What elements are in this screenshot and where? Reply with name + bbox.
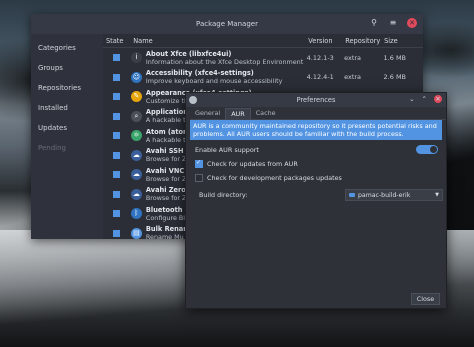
dialog-titlebar[interactable]: Preferences ⌄ ⌃ ✕ bbox=[186, 93, 446, 107]
chevron-down-icon: ▼ bbox=[435, 192, 439, 198]
table-header: State Name Version Repository Size bbox=[103, 34, 423, 48]
package-repository: extra bbox=[344, 73, 362, 82]
close-button[interactable]: Close bbox=[411, 293, 440, 305]
app-finder-icon: ⌕ bbox=[130, 110, 142, 122]
installed-checkbox[interactable] bbox=[113, 73, 120, 81]
column-header-name[interactable]: Name bbox=[133, 37, 308, 45]
package-size: 1.6 MB bbox=[383, 53, 407, 62]
appearance-icon: ✎ bbox=[130, 91, 142, 103]
check-dev-label[interactable]: Check for development packages updates bbox=[207, 174, 342, 182]
installed-checkbox[interactable] bbox=[113, 151, 120, 159]
avahi-vnc-icon: ☁ bbox=[130, 169, 142, 181]
build-directory-chooser[interactable]: pamac-build-erik ▼ bbox=[345, 189, 443, 201]
package-repository: extra bbox=[344, 53, 362, 62]
close-icon[interactable]: ✕ bbox=[407, 18, 417, 28]
enable-aur-label: Enable AUR support bbox=[195, 146, 259, 154]
column-header-size[interactable]: Size bbox=[384, 37, 423, 45]
tab-general[interactable]: General bbox=[190, 108, 225, 119]
package-size: 2.6 MB bbox=[383, 73, 407, 82]
enable-aur-toggle[interactable] bbox=[416, 145, 438, 154]
column-header-state[interactable]: State bbox=[103, 37, 133, 45]
table-row[interactable]: i About Xfce (libxfce4ui) Information abou… bbox=[103, 48, 423, 68]
minimize-icon[interactable]: ⌄ bbox=[409, 95, 414, 103]
info-icon: i bbox=[130, 52, 142, 64]
installed-checkbox[interactable] bbox=[113, 93, 120, 101]
package-version: 4.12.1-3 bbox=[306, 53, 334, 62]
check-updates-checkbox[interactable] bbox=[195, 159, 203, 168]
installed-checkbox[interactable] bbox=[113, 210, 120, 218]
check-dev-checkbox[interactable] bbox=[195, 174, 203, 182]
sidebar-item-repositories[interactable]: Repositories bbox=[31, 78, 103, 98]
sidebar-item-installed[interactable]: Installed bbox=[31, 98, 103, 118]
bulk-rename-icon: ▤ bbox=[130, 227, 142, 239]
installed-checkbox[interactable] bbox=[113, 112, 120, 120]
app-icon bbox=[189, 96, 197, 104]
column-header-repository[interactable]: Repository bbox=[345, 37, 384, 45]
sidebar-item-categories[interactable]: Categories bbox=[31, 38, 103, 58]
aur-info-banner: AUR is a community maintained repository… bbox=[190, 120, 442, 140]
sidebar-item-groups[interactable]: Groups bbox=[31, 58, 103, 78]
bluetooth-icon: ᛒ bbox=[130, 208, 142, 220]
build-directory-row: Build directory: pamac-build-erik ▼ bbox=[199, 189, 443, 201]
build-directory-label: Build directory: bbox=[199, 191, 248, 199]
atom-icon: ⚛ bbox=[130, 130, 142, 142]
package-description: Information about the Xfce Desktop Envir… bbox=[145, 57, 304, 66]
menu-icon[interactable]: ≡ bbox=[388, 18, 398, 28]
sidebar-item-updates[interactable]: Updates bbox=[31, 118, 103, 138]
installed-checkbox[interactable] bbox=[113, 229, 120, 237]
window-titlebar[interactable]: Package Manager ⚲ ≡ ✕ bbox=[31, 14, 423, 34]
check-updates-label[interactable]: Check for updates from AUR bbox=[207, 160, 298, 168]
column-header-version[interactable]: Version bbox=[308, 37, 345, 45]
tab-aur[interactable]: AUR bbox=[225, 108, 251, 119]
package-name: About Xfce (libxfce4ui) bbox=[145, 49, 232, 58]
avahi-ssh-icon: ☁ bbox=[130, 149, 142, 161]
preferences-dialog: Preferences ⌄ ⌃ ✕ General AUR Cache AUR … bbox=[185, 92, 447, 309]
package-name: Accessibility (xfce4-settings) bbox=[145, 69, 254, 78]
avahi-zeroconf-icon: ☁ bbox=[130, 188, 142, 200]
package-version: 4.12.4-1 bbox=[306, 73, 334, 82]
dialog-controls: ⌄ ⌃ ✕ bbox=[409, 95, 442, 103]
package-description: Improve keyboard and mouse accessibility bbox=[145, 77, 283, 86]
close-icon[interactable]: ✕ bbox=[434, 95, 442, 103]
installed-checkbox[interactable] bbox=[113, 171, 120, 179]
sidebar: Categories Groups Repositories Installed… bbox=[31, 34, 103, 239]
search-icon[interactable]: ⚲ bbox=[369, 18, 379, 28]
build-directory-value: pamac-build-erik bbox=[358, 191, 411, 199]
check-dev-row: Check for development packages updates bbox=[195, 174, 437, 182]
table-row[interactable]: ☺ Accessibility (xfce4-settings) Improve k… bbox=[103, 68, 423, 88]
enable-aur-row: Enable AUR support bbox=[195, 145, 438, 154]
tab-bar: General AUR Cache bbox=[190, 108, 446, 120]
accessibility-icon: ☺ bbox=[130, 71, 142, 83]
installed-checkbox[interactable] bbox=[113, 132, 120, 140]
package-info: Accessibility (xfce4-settings) Improve ke… bbox=[146, 69, 307, 85]
sidebar-item-pending: Pending bbox=[38, 144, 66, 152]
maximize-icon[interactable]: ⌃ bbox=[422, 95, 427, 103]
window-title: Package Manager bbox=[196, 20, 258, 28]
tab-cache[interactable]: Cache bbox=[251, 108, 281, 119]
titlebar-controls: ⚲ ≡ ✕ bbox=[369, 18, 417, 28]
package-info: About Xfce (libxfce4ui) Information about… bbox=[146, 50, 307, 66]
check-updates-row: Check for updates from AUR bbox=[195, 159, 437, 168]
installed-checkbox[interactable] bbox=[113, 190, 120, 198]
dialog-title: Preferences bbox=[296, 96, 336, 104]
installed-checkbox[interactable] bbox=[113, 54, 120, 62]
folder-icon bbox=[349, 193, 355, 197]
